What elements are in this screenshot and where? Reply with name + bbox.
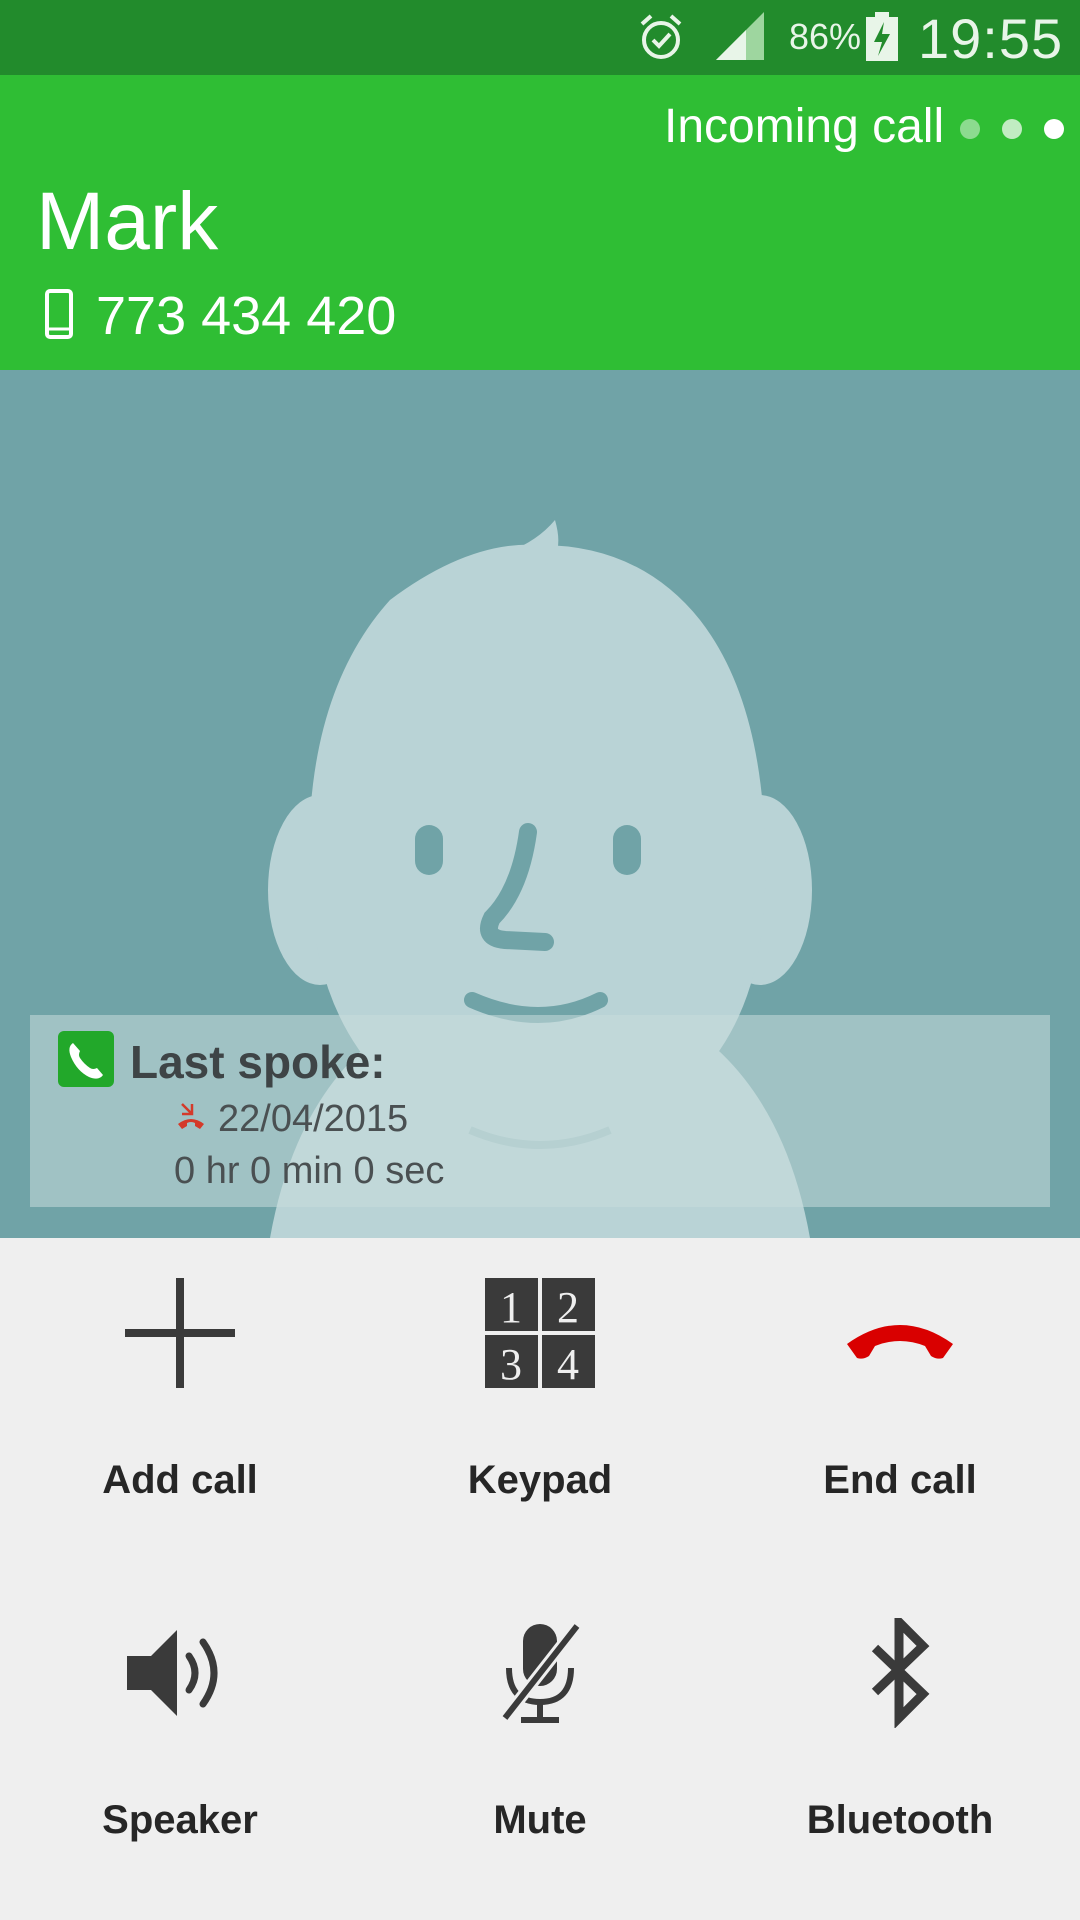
last-spoke-title-row: Last spoke: <box>58 1031 386 1092</box>
keypad-icon: 1 2 3 4 <box>485 1278 595 1389</box>
missed-call-icon <box>174 1100 208 1139</box>
progress-dot <box>1002 119 1022 139</box>
svg-text:4: 4 <box>557 1340 579 1388</box>
keypad-button[interactable]: 1 2 3 4 Keypad <box>360 1238 720 1538</box>
clock: 19:55 <box>918 7 1064 70</box>
end-call-icon <box>845 1278 955 1388</box>
speaker-icon <box>125 1618 235 1728</box>
mute-button[interactable]: Mute <box>360 1578 720 1878</box>
alarm-icon <box>636 12 686 67</box>
last-spoke-duration: 0 hr 0 min 0 sec <box>174 1150 445 1192</box>
mute-icon <box>485 1618 595 1728</box>
phone-number: 773 434 420 <box>96 286 397 346</box>
signal-icon <box>716 12 766 67</box>
speaker-label: Speaker <box>102 1798 258 1842</box>
bluetooth-button[interactable]: Bluetooth <box>720 1578 1080 1878</box>
svg-text:2: 2 <box>557 1283 579 1332</box>
progress-dots <box>960 119 1064 139</box>
last-spoke-date-row: 22/04/2015 <box>174 1098 408 1141</box>
bluetooth-icon <box>845 1611 955 1729</box>
green-phone-icon <box>58 1031 114 1092</box>
bluetooth-label: Bluetooth <box>806 1798 994 1842</box>
last-spoke-date: 22/04/2015 <box>218 1098 409 1140</box>
svg-text:1: 1 <box>500 1283 522 1332</box>
add-call-button[interactable]: Add call <box>0 1238 360 1538</box>
progress-dot <box>960 119 980 139</box>
keypad-label: Keypad <box>467 1458 613 1502</box>
contact-name: Mark <box>36 176 219 267</box>
call-status-label: Incoming call <box>664 100 945 153</box>
battery-charging-icon <box>864 12 900 67</box>
add-call-label: Add call <box>102 1458 258 1502</box>
phone-row: 773 434 420 <box>44 285 396 347</box>
svg-text:3: 3 <box>500 1340 522 1388</box>
plus-icon <box>125 1278 235 1388</box>
last-spoke-title: Last spoke: <box>130 1035 386 1088</box>
call-controls: Add call 1 2 3 4 Keypad End call Speaker… <box>0 1238 1080 1920</box>
progress-dot <box>1044 119 1064 139</box>
mute-label: Mute <box>493 1798 587 1842</box>
speaker-button[interactable]: Speaker <box>0 1578 360 1878</box>
battery-percent: 86% <box>789 16 862 57</box>
call-header: Incoming call Mark 773 434 420 <box>0 75 1080 370</box>
status-bar: 86% 19:55 <box>0 0 1080 75</box>
mobile-phone-icon <box>44 288 74 344</box>
last-spoke-card: Last spoke: 22/04/2015 0 hr 0 min 0 sec <box>30 1015 1050 1207</box>
end-call-button[interactable]: End call <box>720 1238 1080 1538</box>
end-call-label: End call <box>823 1458 977 1502</box>
